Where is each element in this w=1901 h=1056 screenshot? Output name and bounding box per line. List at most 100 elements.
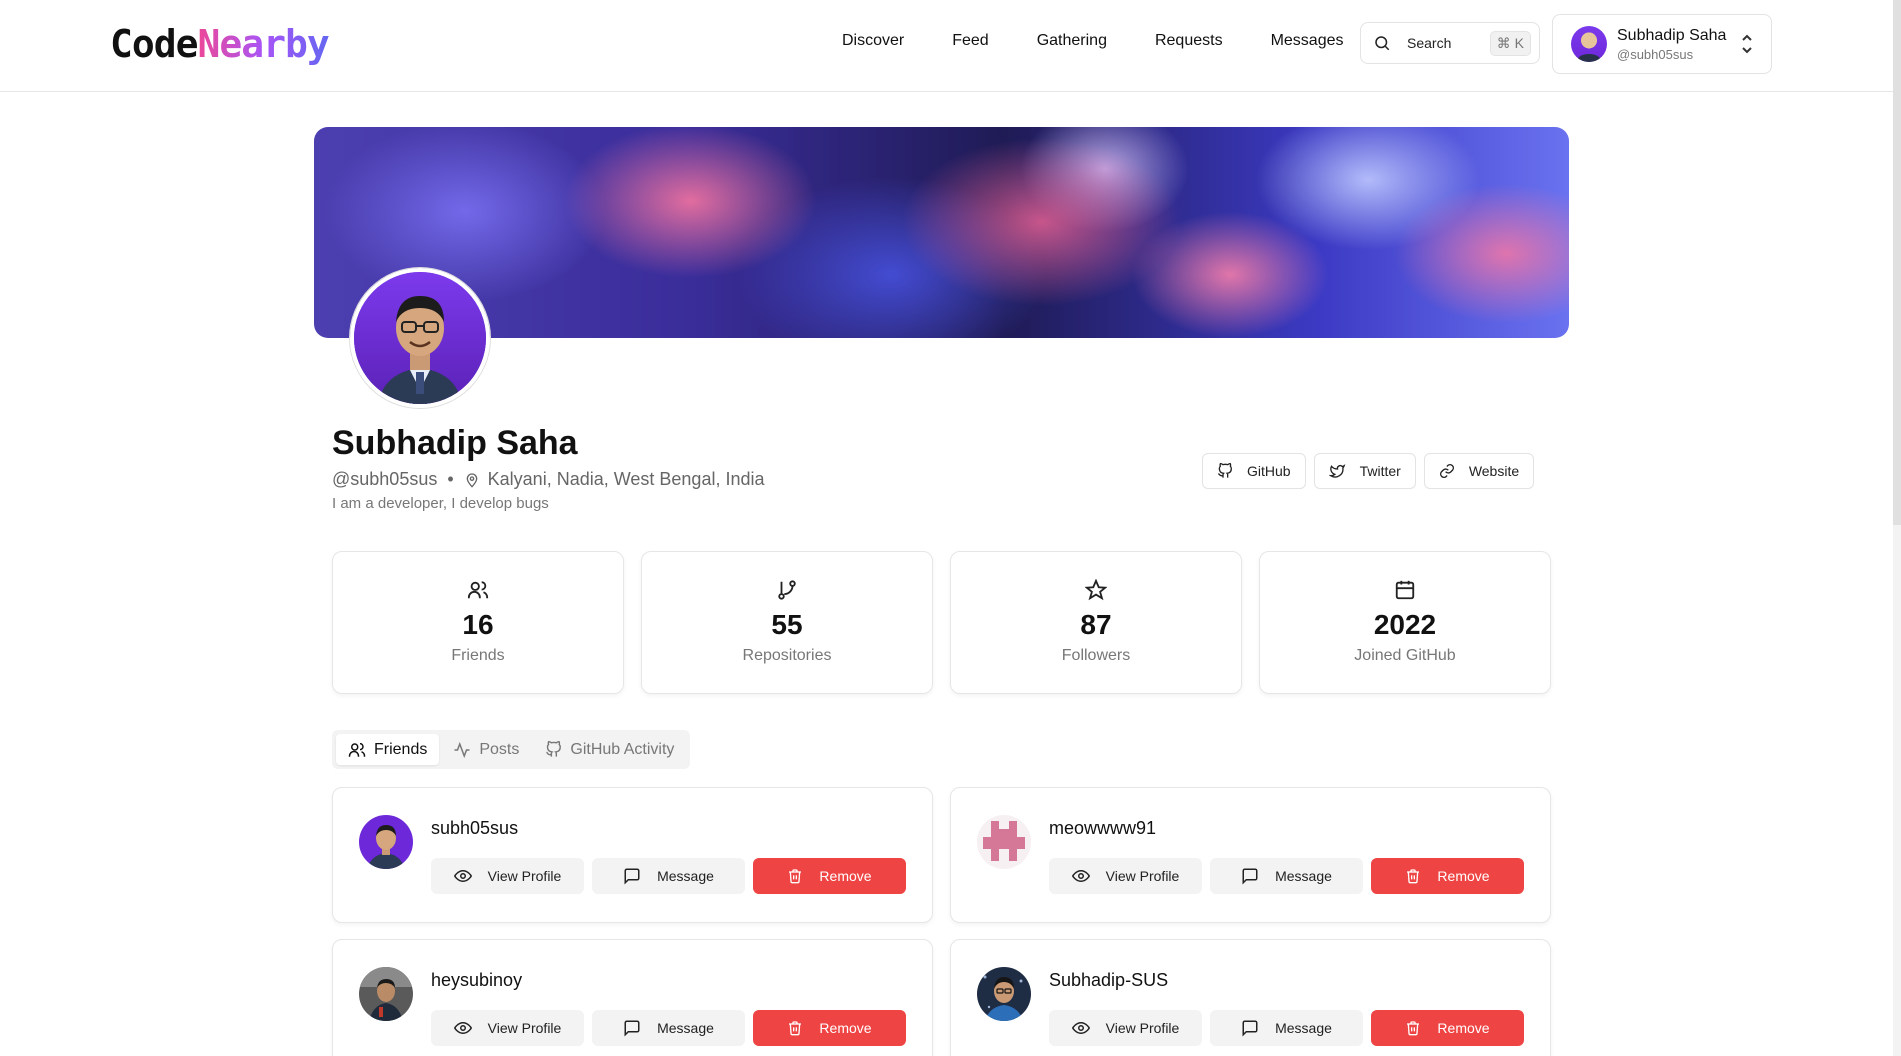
message-button[interactable]: Message — [1210, 858, 1363, 894]
profile-name: Subhadip Saha — [332, 424, 578, 462]
profile-bio: I am a developer, I develop bugs — [332, 495, 549, 512]
nav-gathering[interactable]: Gathering — [1013, 30, 1131, 52]
stat-label: Friends — [451, 647, 505, 664]
tab-label: Friends — [374, 740, 428, 758]
friend-username[interactable]: Subhadip-SUS — [1049, 970, 1168, 991]
trash-icon — [787, 1020, 803, 1036]
message-label: Message — [657, 1020, 714, 1036]
message-label: Message — [657, 868, 714, 884]
profile-avatar — [350, 268, 490, 408]
github-icon — [1217, 463, 1233, 479]
avatar — [977, 967, 1031, 1021]
nav-discover[interactable]: Discover — [818, 30, 928, 52]
friend-username[interactable]: heysubinoy — [431, 970, 522, 991]
tab-posts[interactable]: Posts — [441, 734, 531, 765]
website-link-button[interactable]: Website — [1423, 453, 1535, 489]
nav-feed[interactable]: Feed — [928, 30, 1012, 52]
remove-friend-button[interactable]: Remove — [753, 1010, 906, 1046]
view-profile-button[interactable]: View Profile — [1049, 858, 1202, 894]
scroll-thumb[interactable] — [1893, 0, 1901, 525]
stat-followers: 87 Followers — [950, 551, 1242, 694]
search-icon — [1373, 34, 1391, 52]
view-profile-label: View Profile — [487, 1020, 562, 1036]
stat-repositories: 55 Repositories — [641, 551, 933, 694]
friend-card: meowwww91 View Profile Message Remove — [950, 787, 1551, 923]
message-button[interactable]: Message — [592, 1010, 745, 1046]
logo-text-nearby: Nearby — [197, 22, 330, 66]
stat-value: 87 — [1080, 609, 1112, 640]
profile-tabs: Friends Posts GitHub Activity — [332, 730, 691, 769]
nav-requests[interactable]: Requests — [1131, 30, 1247, 52]
avatar — [977, 815, 1031, 869]
website-link-label: Website — [1468, 463, 1520, 479]
calendar-icon — [1394, 579, 1416, 601]
friend-username[interactable]: meowwww91 — [1049, 818, 1156, 839]
friend-username[interactable]: subh05sus — [431, 818, 518, 839]
map-pin-icon — [464, 471, 480, 489]
tab-label: GitHub Activity — [570, 740, 675, 758]
stat-value: 16 — [462, 609, 494, 640]
remove-friend-button[interactable]: Remove — [1371, 1010, 1524, 1046]
view-profile-button[interactable]: View Profile — [431, 858, 584, 894]
remove-label: Remove — [819, 868, 872, 884]
remove-label: Remove — [1437, 868, 1490, 884]
nav-messages[interactable]: Messages — [1247, 30, 1368, 52]
github-icon — [545, 741, 562, 758]
search-label: Search — [1407, 35, 1452, 51]
friend-card: heysubinoy View Profile Message Remove — [332, 939, 933, 1056]
search-button[interactable]: Search ⌘ K — [1360, 22, 1540, 64]
search-shortcut: ⌘ K — [1489, 30, 1531, 56]
message-icon — [623, 867, 641, 885]
stat-label: Joined GitHub — [1354, 647, 1456, 664]
view-profile-button[interactable]: View Profile — [431, 1010, 584, 1046]
git-branch-icon — [776, 579, 798, 601]
remove-friend-button[interactable]: Remove — [1371, 858, 1524, 894]
profile-location: Kalyani, Nadia, West Bengal, India — [487, 469, 765, 489]
trash-icon — [1405, 868, 1421, 884]
stat-label: Followers — [1061, 647, 1131, 664]
trash-icon — [1405, 1020, 1421, 1036]
profile-banner — [314, 127, 1569, 338]
view-profile-label: View Profile — [1105, 868, 1180, 884]
github-link-label: GitHub — [1247, 463, 1291, 479]
social-links: GitHub Twitter Website — [1202, 453, 1535, 489]
stat-label: Repositories — [742, 647, 832, 664]
logo[interactable]: CodeNearby — [110, 22, 330, 66]
github-link-button[interactable]: GitHub — [1202, 453, 1306, 489]
message-button[interactable]: Message — [592, 858, 745, 894]
remove-label: Remove — [819, 1020, 872, 1036]
tab-github-activity[interactable]: GitHub Activity — [533, 734, 686, 765]
star-icon — [1085, 579, 1107, 601]
stat-value: 2022 — [1373, 609, 1437, 640]
eye-icon — [1071, 1019, 1090, 1037]
tab-friends[interactable]: Friends — [336, 734, 440, 765]
chevron-up-down-icon — [1741, 34, 1753, 54]
stat-value: 55 — [771, 609, 803, 640]
avatar — [1571, 26, 1607, 62]
user-handle: @subh05sus — [1617, 46, 1694, 62]
twitter-link-button[interactable]: Twitter — [1313, 453, 1416, 489]
stat-friends: 16 Friends — [332, 551, 624, 694]
main-nav: Discover Feed Gathering Requests Message… — [818, 30, 1367, 52]
link-icon — [1439, 463, 1455, 479]
profile-meta: @subh05sus • Kalyani, Nadia, West Bengal… — [332, 469, 765, 490]
message-label: Message — [1275, 868, 1332, 884]
twitter-icon — [1328, 463, 1346, 479]
profile-handle: @subh05sus — [332, 469, 438, 489]
friend-card: subh05sus View Profile Message Remove — [332, 787, 933, 923]
scrollbar[interactable] — [1893, 0, 1901, 1056]
stat-joined: 2022 Joined GitHub — [1259, 551, 1551, 694]
message-button[interactable]: Message — [1210, 1010, 1363, 1046]
eye-icon — [453, 1019, 472, 1037]
tab-label: Posts — [479, 740, 520, 758]
users-icon — [467, 579, 489, 601]
eye-icon — [1071, 867, 1090, 885]
message-icon — [1241, 867, 1259, 885]
logo-text-code: Code — [110, 22, 199, 66]
avatar — [359, 967, 413, 1021]
user-menu[interactable]: Subhadip Saha @subh05sus — [1552, 14, 1772, 74]
separator-dot: • — [447, 469, 454, 489]
view-profile-button[interactable]: View Profile — [1049, 1010, 1202, 1046]
stats-row: 16 Friends 55 Repositories 87 Followers … — [332, 551, 1551, 694]
remove-friend-button[interactable]: Remove — [753, 858, 906, 894]
